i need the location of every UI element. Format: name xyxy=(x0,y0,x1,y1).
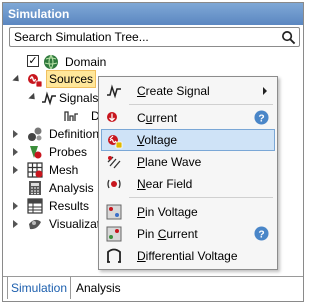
signal-wave-icon xyxy=(107,84,121,99)
current-source-icon xyxy=(107,112,117,122)
tree-item-label: Signals xyxy=(59,91,99,105)
menu-separator xyxy=(129,104,273,105)
search-icon[interactable] xyxy=(281,30,296,45)
pin-voltage-icon xyxy=(106,204,122,220)
sources-icon xyxy=(28,74,43,88)
collapse-arrow-icon[interactable] xyxy=(28,92,38,103)
context-menu: Create Signal Current ? Voltage Plane Wa… xyxy=(98,76,278,270)
expand-arrow-icon[interactable] xyxy=(13,166,18,174)
near-field-icon xyxy=(107,179,121,189)
menu-item-label: Voltage xyxy=(137,133,178,147)
globe-icon xyxy=(44,54,58,70)
tree-item-label: Results xyxy=(49,199,90,213)
tree-item-label: Analysis xyxy=(49,181,94,195)
signal-definition-icon xyxy=(64,111,78,121)
menu-item-label: Pin Current xyxy=(137,227,198,241)
visualization-icon xyxy=(29,219,41,230)
tab-simulation[interactable]: Simulation xyxy=(7,277,72,299)
help-icon[interactable]: ? xyxy=(254,110,269,125)
tree-item-analysis[interactable]: Analysis xyxy=(13,179,103,197)
tree-item-probes[interactable]: Probes xyxy=(13,143,103,161)
tree-item-definitions[interactable]: Definitions xyxy=(13,125,106,143)
menu-item-current[interactable]: Current ? xyxy=(101,107,275,129)
tree-item-domain[interactable]: ✓ Domain xyxy=(27,53,147,71)
results-icon xyxy=(27,198,43,214)
search-input[interactable] xyxy=(14,29,264,45)
differential-voltage-icon xyxy=(107,248,121,263)
panel-title: Simulation xyxy=(3,3,303,25)
expand-arrow-icon[interactable] xyxy=(13,130,18,138)
tree-item-label: Definitions xyxy=(49,127,106,141)
definitions-icon xyxy=(28,127,42,141)
expand-arrow-icon[interactable] xyxy=(13,220,18,228)
tree-item-label: Domain xyxy=(65,55,107,69)
svg-text:?: ? xyxy=(258,113,264,124)
menu-separator xyxy=(129,197,273,198)
menu-item-label: Plane Wave xyxy=(137,155,202,169)
menu-item-create-signal[interactable]: Create Signal xyxy=(101,80,275,102)
tree-item-label: Mesh xyxy=(49,163,79,177)
tree-item-label: Sources xyxy=(46,70,97,88)
search-box[interactable] xyxy=(9,27,300,47)
menu-item-label: Pin Voltage xyxy=(137,205,198,219)
tree-item-label: Probes xyxy=(49,145,88,159)
menu-item-label: Differential Voltage xyxy=(137,249,238,263)
menu-item-near-field[interactable]: Near Field xyxy=(101,173,275,195)
panel-tabs: Simulation Analysis xyxy=(3,276,303,301)
svg-text:?: ? xyxy=(258,229,264,240)
menu-item-plane-wave[interactable]: Plane Wave xyxy=(101,151,275,173)
menu-item-pin-voltage[interactable]: Pin Voltage xyxy=(101,201,275,223)
tree-item-results[interactable]: Results xyxy=(13,197,103,215)
tree-item-de[interactable]: De xyxy=(63,107,106,125)
menu-item-pin-current[interactable]: Pin Current ? xyxy=(101,223,275,245)
menu-item-differential-voltage[interactable]: Differential Voltage xyxy=(101,245,275,267)
probes-icon xyxy=(30,146,42,159)
submenu-arrow-icon xyxy=(263,87,267,95)
voltage-source-icon xyxy=(108,135,123,149)
expand-arrow-icon[interactable] xyxy=(13,148,18,156)
calculator-icon xyxy=(29,181,41,195)
menu-item-label: Near Field xyxy=(137,177,193,191)
menu-item-label: Create Signal xyxy=(137,84,210,98)
collapse-arrow-icon[interactable] xyxy=(12,74,22,85)
pin-current-icon xyxy=(106,226,122,242)
signal-wave-icon xyxy=(42,91,56,106)
menu-item-voltage[interactable]: Voltage xyxy=(101,129,275,151)
domain-checkbox[interactable]: ✓ xyxy=(27,55,39,67)
mesh-icon xyxy=(27,162,43,178)
help-icon[interactable]: ? xyxy=(254,226,269,241)
tab-analysis[interactable]: Analysis xyxy=(73,277,124,299)
menu-item-label: Current xyxy=(137,111,178,125)
expand-arrow-icon[interactable] xyxy=(13,202,18,210)
tree-item-signals[interactable]: Signals xyxy=(28,89,109,107)
plane-wave-icon xyxy=(107,156,121,169)
tree-item-mesh[interactable]: Mesh xyxy=(13,161,103,179)
